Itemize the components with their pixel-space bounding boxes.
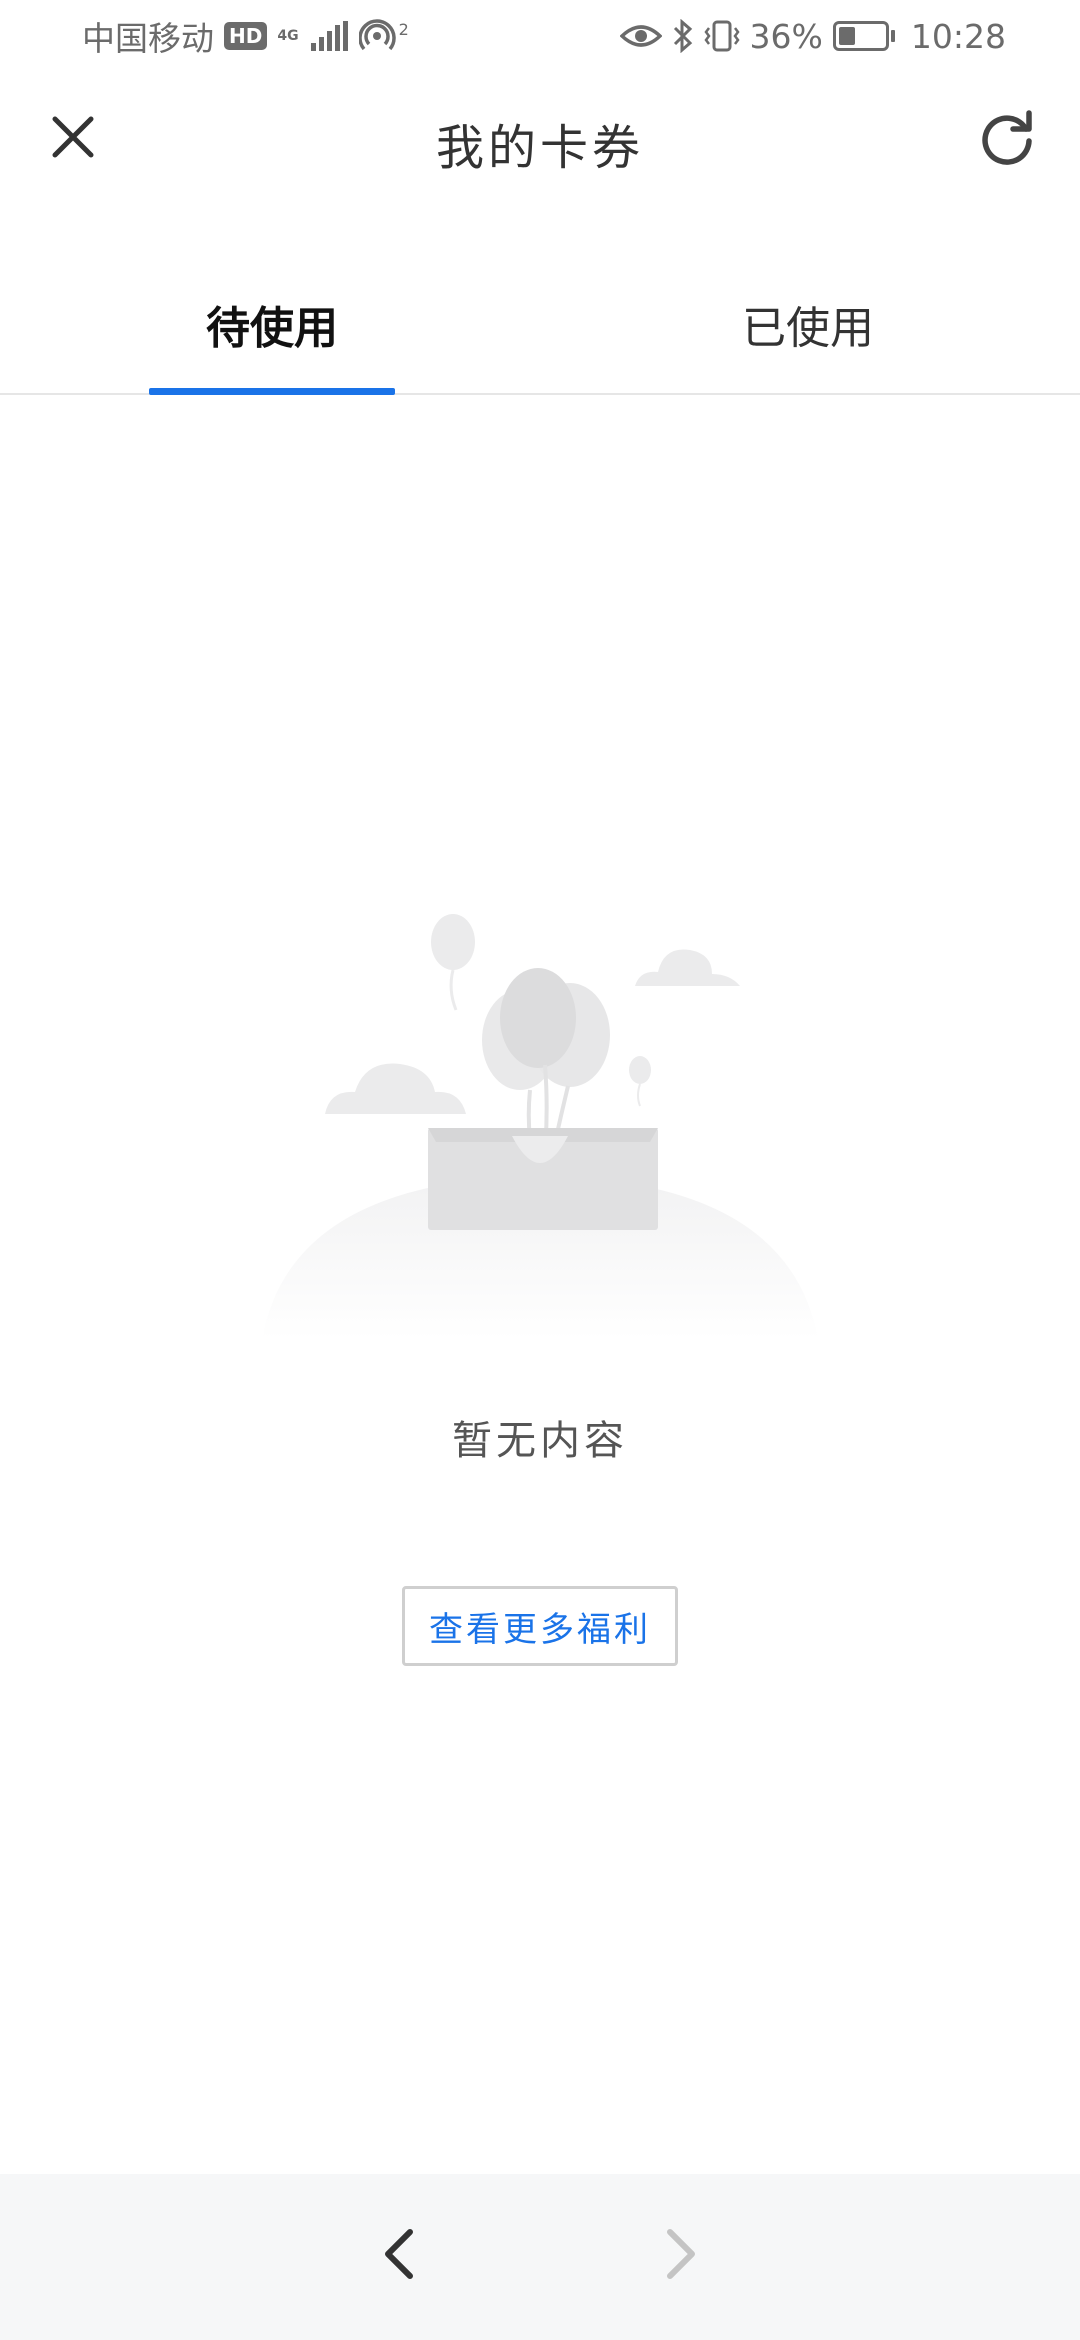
status-bar: 中国移动 HD 4G 2 36% 10:28 <box>0 0 1080 72</box>
battery-icon <box>832 21 895 51</box>
clock-time: 10:28 <box>910 16 1006 56</box>
network-type-label: 4G <box>277 28 299 44</box>
view-more-benefits-button[interactable]: 查看更多福利 <box>402 1586 678 1666</box>
page-title: 我的卡券 <box>435 120 644 176</box>
coupons-page: 中国移动 HD 4G 2 36% 10:28 我的卡券 待使用 已使用 暂无内容… <box>0 0 1080 2340</box>
refresh-icon <box>982 110 1032 165</box>
battery-percent: 36% <box>749 16 823 56</box>
tab-used[interactable]: 已使用 <box>685 255 931 393</box>
status-bar-left: 中国移动 HD 4G 2 <box>82 12 409 60</box>
hotspot-icon <box>358 19 399 53</box>
chevron-left-icon <box>385 2229 413 2279</box>
chevron-right-icon <box>667 2229 695 2279</box>
forward-button[interactable] <box>640 2214 720 2294</box>
bottom-nav-bar <box>0 2174 1080 2340</box>
tab-bar: 待使用 已使用 <box>0 255 1080 395</box>
bluetooth-icon <box>672 19 694 53</box>
tab-unused[interactable]: 待使用 <box>149 255 395 393</box>
vibrate-icon <box>703 20 740 52</box>
signal-bars-icon <box>309 21 349 51</box>
active-tab-indicator <box>149 388 395 395</box>
eye-comfort-icon <box>619 22 662 50</box>
back-button[interactable] <box>360 2214 440 2294</box>
empty-box-balloons-illustration <box>250 900 830 1360</box>
empty-state-message: 暂无内容 <box>452 1418 628 1464</box>
app-header: 我的卡券 <box>0 72 1080 208</box>
hotspot-count: 2 <box>398 19 409 39</box>
refresh-button[interactable] <box>972 102 1042 172</box>
hd-badge: HD <box>224 22 268 50</box>
status-bar-right: 36% 10:28 <box>619 16 1006 56</box>
carrier-label: 中国移动 <box>82 19 214 58</box>
